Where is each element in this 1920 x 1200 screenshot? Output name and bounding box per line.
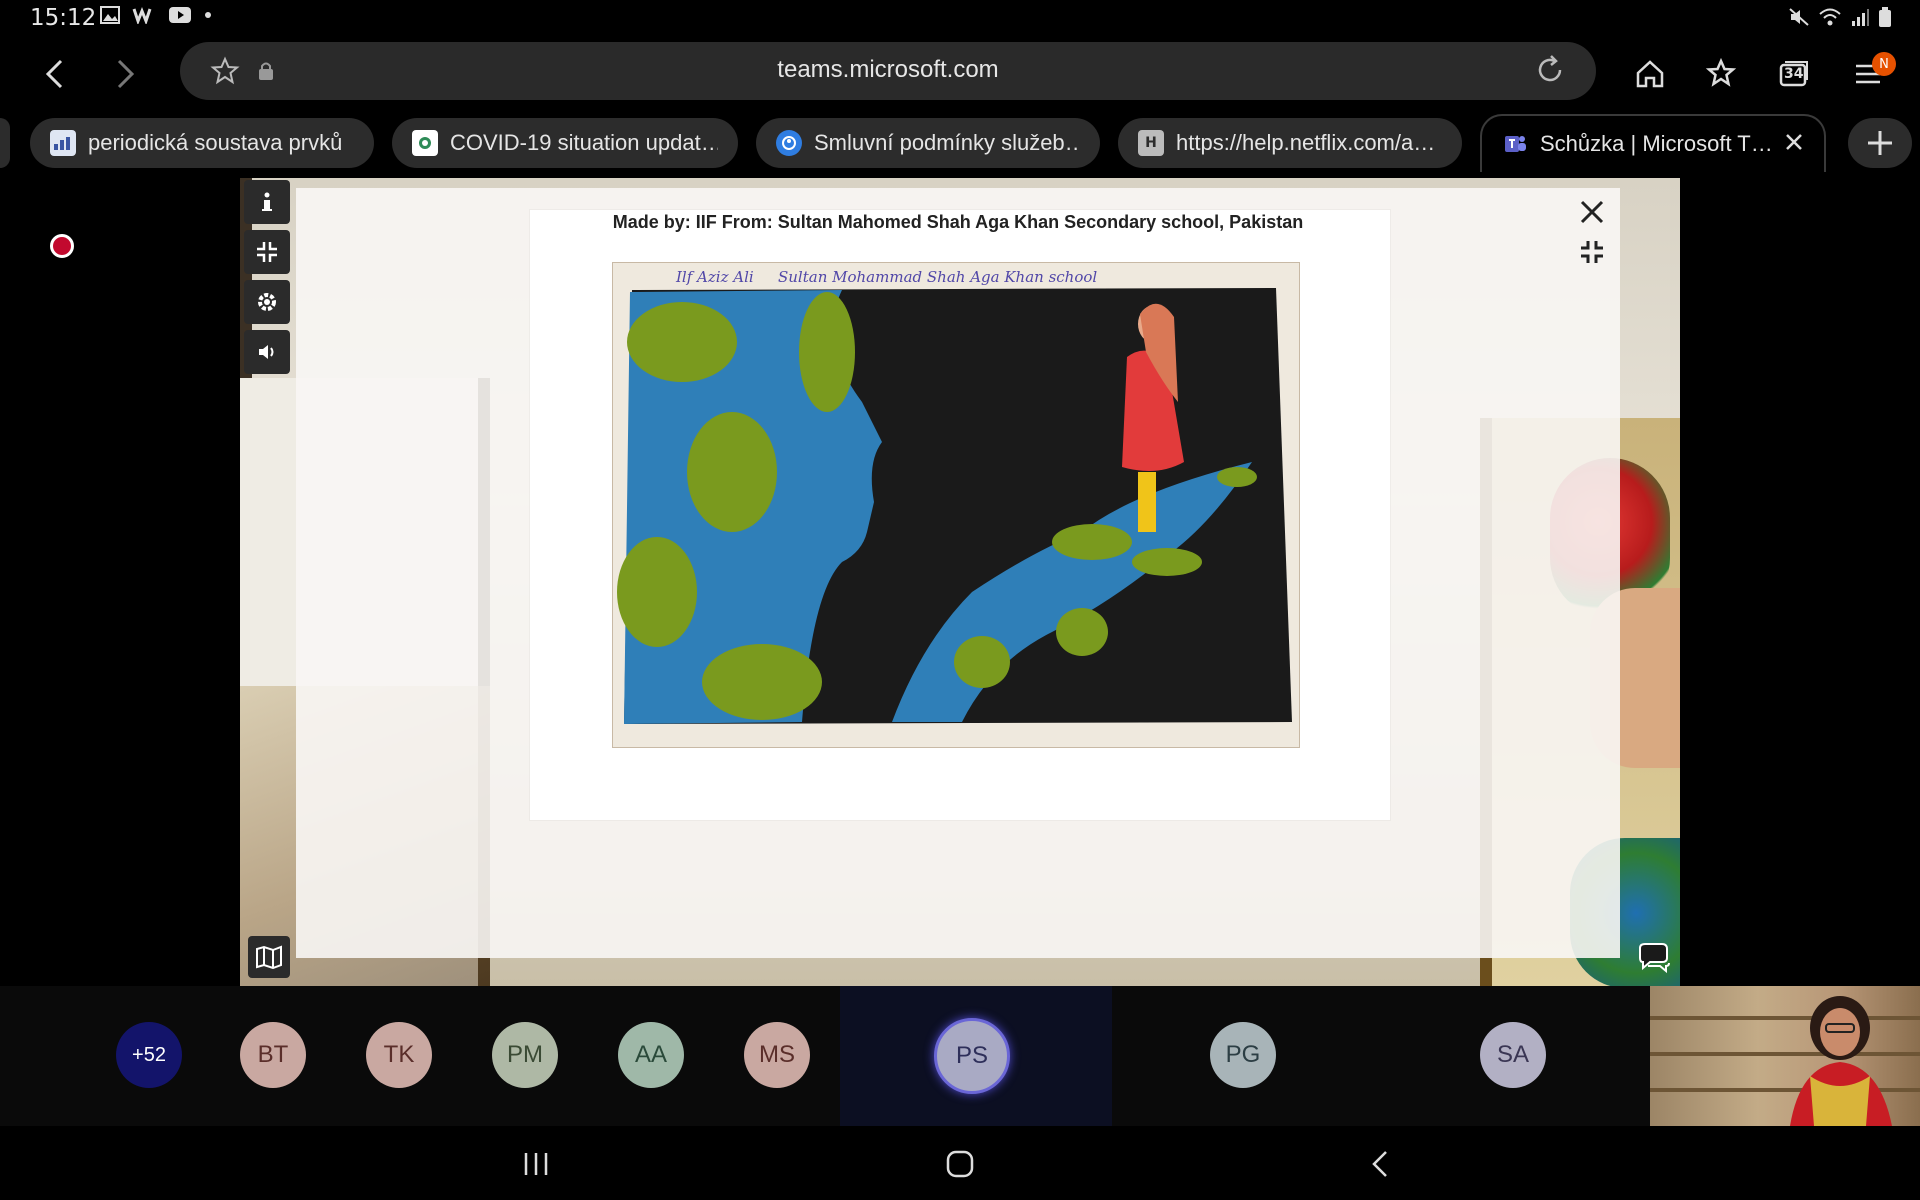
chat-button[interactable] — [1632, 936, 1676, 980]
info-icon — [262, 192, 272, 211]
tab-service-terms[interactable]: Smluvní podmínky služeb… — [756, 118, 1100, 168]
recording-indicator — [50, 234, 74, 258]
info-button[interactable] — [244, 180, 290, 224]
viewer-toolbar — [244, 180, 290, 374]
notification-icons — [100, 6, 212, 24]
service-favicon-icon — [776, 130, 802, 156]
star-list-icon — [1705, 58, 1737, 87]
volume-button[interactable] — [244, 330, 290, 374]
back-nav-button[interactable] — [1360, 1146, 1400, 1182]
android-navigation-bar — [0, 1126, 1920, 1200]
person-video-feed — [1790, 996, 1892, 1126]
profile-badge: N — [1872, 52, 1896, 76]
painting-illustration — [611, 261, 1301, 749]
signal-icon — [1852, 9, 1869, 26]
map-button[interactable] — [248, 936, 290, 978]
gear-icon — [258, 293, 276, 311]
mute-icon — [1789, 8, 1809, 26]
close-icon — [1580, 200, 1604, 224]
plus-icon — [1868, 131, 1892, 155]
artwork-caption: Made by: IIF From: Sultan Mahomed Shah A… — [612, 212, 1304, 232]
tab-teams-meeting[interactable]: Schůzka | Microsoft T… — [1480, 114, 1826, 172]
gallery-icon — [100, 6, 120, 24]
menu-button[interactable]: N — [1846, 52, 1896, 96]
recent-apps-button[interactable] — [516, 1146, 556, 1182]
collapse-icon — [1581, 241, 1603, 263]
address-bar[interactable]: teams.microsoft.com — [180, 42, 1596, 100]
status-bar: 15:12 — [0, 0, 1920, 36]
participant-avatar[interactable]: MS — [744, 1022, 810, 1088]
participant-avatar[interactable]: PG — [1210, 1022, 1276, 1088]
speaker-icon — [259, 345, 274, 359]
tab-label: https://help.netflix.com/a… — [1176, 130, 1436, 155]
new-tab-button[interactable] — [1848, 118, 1912, 168]
signature-right: Sultan Mohammad Shah Aga Khan school — [778, 268, 1098, 286]
close-icon — [1786, 134, 1802, 150]
map-icon — [256, 945, 282, 969]
chart-favicon-icon — [50, 130, 76, 156]
tab-strip: periodická soustava prvků COVID-19 situa… — [0, 114, 1920, 176]
covid-favicon-icon — [412, 130, 438, 156]
home-icon — [1636, 60, 1664, 88]
tab-netflix-help[interactable]: H https://help.netflix.com/a… — [1118, 118, 1462, 168]
tab-label: periodická soustava prvků — [88, 130, 343, 155]
chevron-left-icon — [45, 59, 63, 89]
tab-label: Smluvní podmínky služeb… — [814, 130, 1080, 155]
youtube-icon — [169, 7, 191, 23]
url-text[interactable]: teams.microsoft.com — [180, 56, 1596, 84]
home-circle-icon — [946, 1150, 974, 1178]
participant-avatar[interactable]: PM — [492, 1022, 558, 1088]
tab-partial[interactable] — [0, 118, 10, 168]
wifi-icon — [1819, 8, 1841, 26]
status-time: 15:12 — [30, 5, 97, 31]
forward-button[interactable] — [102, 50, 150, 98]
tab-label: COVID-19 situation updat… — [450, 130, 718, 155]
system-status-icons — [1788, 6, 1892, 28]
tab-covid[interactable]: COVID-19 situation updat… — [392, 118, 738, 168]
w-app-icon — [132, 6, 152, 24]
artwork-image: Ilf Aziz Ali Sultan Mohammad Shah Aga Kh… — [611, 261, 1301, 749]
home-button[interactable] — [1628, 52, 1672, 96]
bookmarks-button[interactable] — [1700, 52, 1744, 96]
participant-avatar[interactable]: AA — [618, 1022, 684, 1088]
participants-bar: +52 BT TK PM AA MS PS PG SA — [0, 986, 1650, 1126]
self-video-tile[interactable] — [1650, 986, 1920, 1126]
recent-apps-icon — [524, 1153, 548, 1175]
more-dot-icon — [205, 12, 211, 18]
participant-avatar[interactable]: TK — [366, 1022, 432, 1088]
close-modal-button[interactable] — [1572, 192, 1612, 232]
participant-avatar[interactable]: BT — [240, 1022, 306, 1088]
reload-button[interactable] — [1534, 54, 1566, 90]
exit-fullscreen-button[interactable] — [1572, 232, 1612, 272]
tab-count: 34 — [1784, 66, 1804, 82]
tab-periodic-table[interactable]: periodická soustava prvků — [30, 118, 374, 168]
collapse-view-button[interactable] — [244, 230, 290, 274]
tab-label: Schůzka | Microsoft T… — [1540, 131, 1773, 156]
settings-button[interactable] — [244, 280, 290, 324]
close-tab-button[interactable] — [1784, 132, 1804, 156]
h-favicon-icon: H — [1138, 130, 1164, 156]
artwork-viewer-modal: Made by: IIF From: Sultan Mahomed Shah A… — [296, 188, 1620, 958]
participant-avatar[interactable]: SA — [1480, 1022, 1546, 1088]
back-button[interactable] — [30, 50, 78, 98]
battery-icon — [1879, 7, 1891, 27]
active-speaker-avatar[interactable]: PS — [934, 1018, 1010, 1094]
collapse-arrows-icon — [257, 242, 277, 262]
signature-left: Ilf Aziz Ali — [676, 268, 754, 286]
tabs-button[interactable]: 34 — [1772, 52, 1816, 96]
chat-bubbles-icon — [1639, 943, 1670, 974]
back-chevron-icon — [1372, 1151, 1387, 1177]
reload-icon — [1538, 55, 1562, 82]
chevron-right-icon — [117, 59, 135, 89]
participant-overflow-button[interactable]: +52 — [116, 1022, 182, 1088]
teams-favicon-icon — [1502, 131, 1528, 157]
home-nav-button[interactable] — [940, 1146, 980, 1182]
